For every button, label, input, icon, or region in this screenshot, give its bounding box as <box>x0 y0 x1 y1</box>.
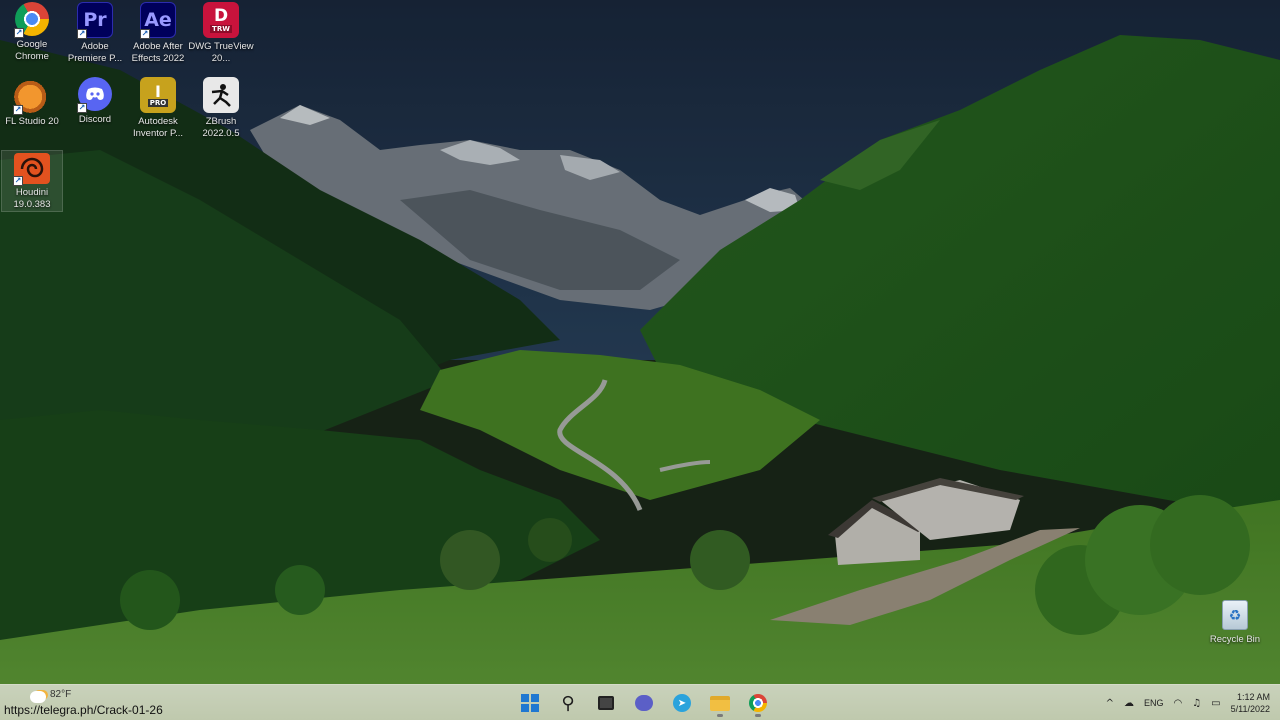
desktop-icon-label: FL Studio 20 <box>5 116 59 127</box>
shortcut-arrow-icon: ↗ <box>77 103 87 113</box>
discord-glyph <box>86 87 104 100</box>
desktop-icon-adobe-premiere[interactable]: Pr ↗ Adobe Premiere P... <box>64 0 126 72</box>
shortcut-arrow-icon: ↗ <box>13 176 23 186</box>
desktop-icon-label: ZBrush 2022.0.5 <box>202 116 240 139</box>
desktop-icon-label: DWG TrueView 20... <box>188 41 254 64</box>
zbrush-icon <box>203 77 239 113</box>
desktop-icon-autodesk-inventor[interactable]: I PRO Autodesk Inventor P... <box>127 75 189 147</box>
chrome-icon: ↗ <box>14 2 49 38</box>
file-explorer-button[interactable] <box>705 688 735 718</box>
chat-icon <box>635 695 653 711</box>
shortcut-arrow-icon: ↗ <box>140 29 150 39</box>
windows-start-icon <box>521 694 539 712</box>
inventor-icon: I PRO <box>140 77 176 113</box>
desktop-icon-houdini[interactable]: ↗ Houdini 19.0.383 <box>1 150 63 212</box>
volume-icon[interactable]: ♫ <box>1192 698 1201 709</box>
wifi-icon[interactable]: ◠ <box>1173 698 1182 709</box>
discord-icon: ↗ <box>77 77 112 113</box>
chrome-icon <box>749 694 767 712</box>
desktop-icon-zbrush[interactable]: ZBrush 2022.0.5 <box>190 75 252 147</box>
desktop-icon-label: Google Chrome <box>15 39 49 62</box>
search-icon: ⚲ <box>561 692 575 714</box>
desktop-icon-label: Houdini 19.0.383 <box>13 187 51 210</box>
search-button[interactable]: ⚲ <box>553 688 583 718</box>
desktop-icon-google-chrome[interactable]: ↗ Google Chrome <box>1 0 63 72</box>
desktop-icon-after-effects[interactable]: Ae ↗ Adobe After Effects 2022 <box>127 0 189 72</box>
clock-time: 1:12 AM <box>1236 692 1270 702</box>
taskbar-apps: ⚲ ➤ <box>515 685 773 720</box>
clock-date: 5/11/2022 <box>1230 704 1270 714</box>
chat-button[interactable] <box>629 688 659 718</box>
system-tray: ^ ☁ ENG ◠ ♫ ▭ 1:12 AM 5/11/2022 <box>1106 685 1270 720</box>
onedrive-cloud-icon[interactable]: ☁ <box>1124 698 1134 709</box>
premiere-icon: Pr ↗ <box>77 2 113 39</box>
show-hidden-icons-chevron-icon[interactable]: ^ <box>1106 698 1114 709</box>
premiere-glyph: Pr <box>83 9 107 31</box>
task-view-button[interactable] <box>591 688 621 718</box>
clock[interactable]: 1:12 AM 5/11/2022 <box>1231 691 1270 715</box>
desktop-icon-label: Autodesk Inventor P... <box>133 116 183 139</box>
inventor-sub-glyph: PRO <box>147 98 169 107</box>
start-button[interactable] <box>515 688 545 718</box>
fl-studio-icon: ↗ <box>13 77 50 115</box>
chrome-taskbar-button[interactable] <box>743 688 773 718</box>
weather-temperature: 82°F <box>50 689 72 700</box>
desktop-icon-label: Adobe After Effects 2022 <box>131 41 185 64</box>
dwg-sub-glyph: TRW <box>210 24 232 33</box>
inventor-glyph: I <box>155 81 161 101</box>
after-effects-icon: Ae ↗ <box>140 2 176 39</box>
taskbar: 82°F ⚲ ➤ ^ ☁ ENG ◠ ♫ ▭ 1:12 AM 5/11/2022 <box>0 684 1280 720</box>
dwg-trueview-icon: D TRW <box>203 2 239 38</box>
after-effects-glyph: Ae <box>144 9 172 31</box>
recycle-bin-label: Recycle Bin <box>1209 634 1261 645</box>
desktop-icon-fl-studio[interactable]: ↗ FL Studio 20 <box>1 75 63 147</box>
dwg-glyph: D <box>213 5 229 26</box>
telegram-button[interactable]: ➤ <box>667 688 697 718</box>
battery-icon[interactable]: ▭ <box>1211 698 1220 709</box>
desktop-icon-dwg-trueview[interactable]: D TRW DWG TrueView 20... <box>188 0 254 72</box>
shortcut-arrow-icon: ↗ <box>13 105 23 115</box>
task-view-icon <box>598 696 614 710</box>
desktop-icon-recycle-bin[interactable]: ♻ Recycle Bin <box>1206 600 1264 656</box>
zbrush-glyph <box>211 84 231 107</box>
shortcut-arrow-icon: ↗ <box>77 29 87 39</box>
shortcut-arrow-icon: ↗ <box>14 28 24 38</box>
desktop-icon-label: Discord <box>78 114 112 125</box>
language-indicator[interactable]: ENG <box>1144 698 1164 708</box>
houdini-icon: ↗ <box>13 153 50 186</box>
folder-icon <box>710 695 730 711</box>
desktop-icon-discord[interactable]: ↗ Discord <box>64 75 126 147</box>
link-hover-url: https://telegra.ph/Crack-01-26 <box>4 703 163 717</box>
telegram-icon: ➤ <box>673 694 691 712</box>
recycle-bin-icon: ♻ <box>1222 600 1248 630</box>
desktop-icon-label: Adobe Premiere P... <box>67 41 123 64</box>
